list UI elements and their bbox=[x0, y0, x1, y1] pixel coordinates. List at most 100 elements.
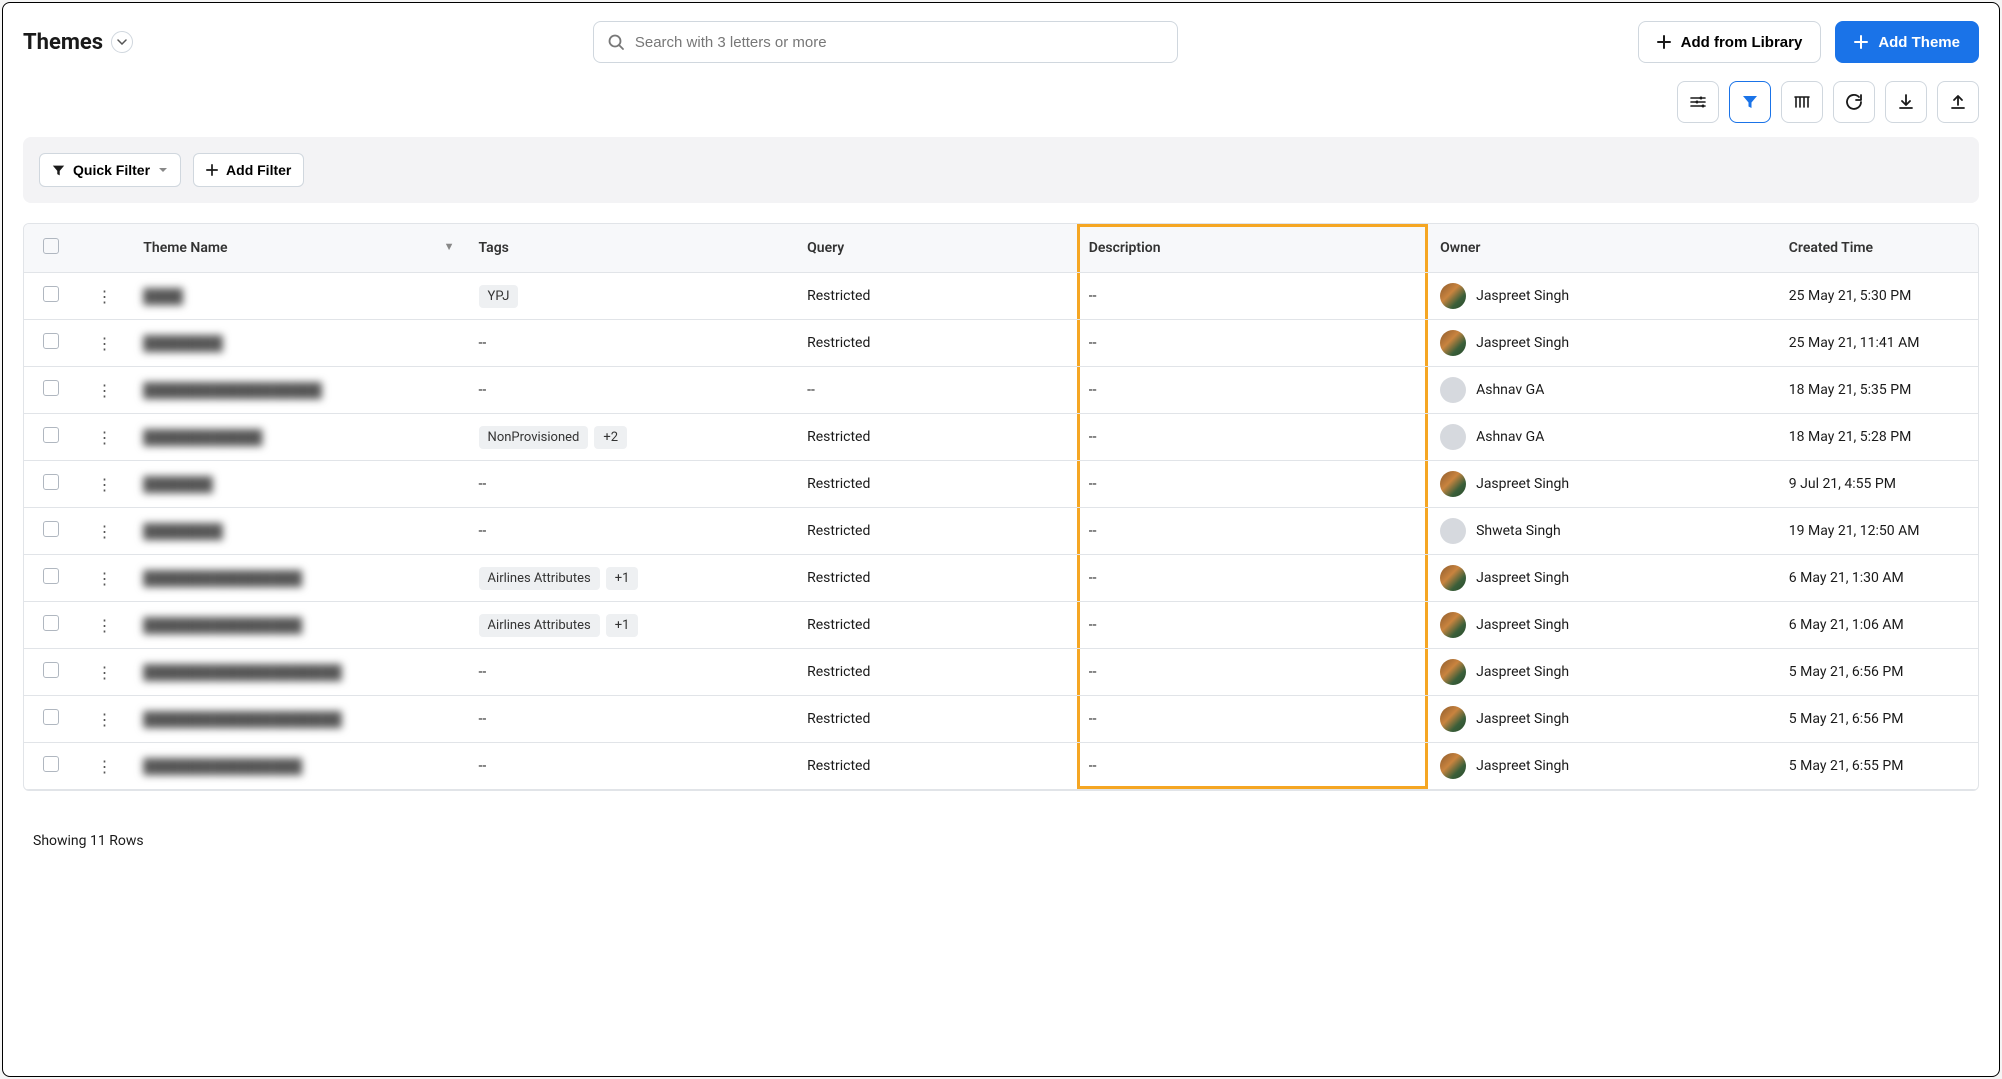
row-checkbox[interactable] bbox=[43, 474, 59, 490]
tag-chip[interactable]: +1 bbox=[606, 614, 639, 637]
description-value: -- bbox=[1089, 617, 1097, 633]
table-row: ⋮ ████████████████████ -- Restricted -- … bbox=[24, 649, 1978, 696]
row-more-icon[interactable]: ⋮ bbox=[96, 757, 112, 776]
table-row: ⋮ ████ YPJ Restricted -- Jaspreet Singh … bbox=[24, 273, 1978, 320]
button-label: Quick Filter bbox=[73, 162, 150, 178]
search-input[interactable] bbox=[635, 34, 1163, 51]
upload-button[interactable] bbox=[1937, 81, 1979, 123]
toolbar-row bbox=[3, 81, 1999, 137]
caret-down-icon bbox=[158, 167, 168, 173]
download-button[interactable] bbox=[1885, 81, 1927, 123]
header-created[interactable]: Created Time bbox=[1777, 224, 1978, 273]
table-header-row: Theme Name▼ Tags Query Description Owner… bbox=[24, 224, 1978, 273]
description-value: -- bbox=[1089, 664, 1097, 680]
theme-name[interactable]: ████████ bbox=[143, 524, 222, 540]
page-title: Themes bbox=[23, 30, 103, 55]
themes-table: Theme Name▼ Tags Query Description Owner… bbox=[24, 224, 1978, 790]
header-name[interactable]: Theme Name▼ bbox=[131, 224, 466, 273]
tag-chip[interactable]: +1 bbox=[606, 567, 639, 590]
table-row: ⋮ ███████ -- Restricted -- Jaspreet Sing… bbox=[24, 461, 1978, 508]
theme-name[interactable]: ████████████████████ bbox=[143, 665, 341, 681]
tags-empty: -- bbox=[479, 476, 487, 492]
query-value: -- bbox=[807, 382, 815, 398]
row-checkbox[interactable] bbox=[43, 427, 59, 443]
tag-chip[interactable]: YPJ bbox=[479, 285, 519, 308]
add-from-library-button[interactable]: Add from Library bbox=[1638, 21, 1822, 63]
theme-name[interactable]: ████████████████ bbox=[143, 759, 302, 775]
tags-empty: -- bbox=[479, 382, 487, 398]
description-value: -- bbox=[1089, 476, 1097, 492]
table-row: ⋮ ████████████ NonProvisioned+2 Restrict… bbox=[24, 414, 1978, 461]
header-check bbox=[24, 224, 78, 273]
row-checkbox[interactable] bbox=[43, 380, 59, 396]
row-more-icon[interactable]: ⋮ bbox=[96, 428, 112, 447]
row-more-icon[interactable]: ⋮ bbox=[96, 381, 112, 400]
row-checkbox[interactable] bbox=[43, 333, 59, 349]
theme-name[interactable]: ████████████ bbox=[143, 430, 262, 446]
plus-icon bbox=[1854, 35, 1868, 49]
plus-icon bbox=[1657, 35, 1671, 49]
theme-name[interactable]: ████ bbox=[143, 289, 183, 305]
row-checkbox[interactable] bbox=[43, 756, 59, 772]
theme-name[interactable]: ████████ bbox=[143, 336, 222, 352]
created-time: 18 May 21, 5:28 PM bbox=[1789, 429, 1912, 445]
search-box[interactable] bbox=[593, 21, 1178, 63]
table-row: ⋮ ████████ -- Restricted -- Shweta Singh… bbox=[24, 508, 1978, 555]
row-checkbox[interactable] bbox=[43, 662, 59, 678]
row-more-icon[interactable]: ⋮ bbox=[96, 287, 112, 306]
row-more-icon[interactable]: ⋮ bbox=[96, 522, 112, 541]
columns-button[interactable] bbox=[1781, 81, 1823, 123]
theme-name[interactable]: ███████ bbox=[143, 477, 212, 493]
theme-name[interactable]: ██████████████████ bbox=[143, 383, 322, 399]
table-row: ⋮ ████████ -- Restricted -- Jaspreet Sin… bbox=[24, 320, 1978, 367]
theme-name[interactable]: ████████████████ bbox=[143, 571, 302, 587]
row-more-icon[interactable]: ⋮ bbox=[96, 569, 112, 588]
created-time: 25 May 21, 11:41 AM bbox=[1789, 335, 1920, 351]
theme-name[interactable]: ████████████████████ bbox=[143, 712, 341, 728]
created-time: 6 May 21, 1:06 AM bbox=[1789, 617, 1904, 633]
header-tags[interactable]: Tags bbox=[467, 224, 796, 273]
tags-empty: -- bbox=[479, 523, 487, 539]
funnel-icon bbox=[1742, 94, 1758, 110]
tags-empty: -- bbox=[479, 758, 487, 774]
theme-name[interactable]: ████████████████ bbox=[143, 618, 302, 634]
description-value: -- bbox=[1089, 758, 1097, 774]
description-value: -- bbox=[1089, 288, 1097, 304]
row-more-icon[interactable]: ⋮ bbox=[96, 334, 112, 353]
settings-sliders-button[interactable] bbox=[1677, 81, 1719, 123]
download-icon bbox=[1897, 93, 1915, 111]
avatar bbox=[1440, 377, 1466, 403]
add-theme-button[interactable]: Add Theme bbox=[1835, 21, 1979, 63]
row-checkbox[interactable] bbox=[43, 568, 59, 584]
row-checkbox[interactable] bbox=[43, 615, 59, 631]
row-more-icon[interactable]: ⋮ bbox=[96, 663, 112, 682]
row-more-icon[interactable]: ⋮ bbox=[96, 475, 112, 494]
header-owner[interactable]: Owner bbox=[1428, 224, 1777, 273]
row-more-icon[interactable]: ⋮ bbox=[96, 710, 112, 729]
avatar bbox=[1440, 424, 1466, 450]
tag-chip[interactable]: Airlines Attributes bbox=[479, 567, 600, 590]
add-filter-button[interactable]: Add Filter bbox=[193, 153, 304, 187]
query-value: Restricted bbox=[807, 711, 870, 727]
refresh-icon bbox=[1845, 93, 1863, 111]
tag-chip[interactable]: Airlines Attributes bbox=[479, 614, 600, 637]
avatar bbox=[1440, 330, 1466, 356]
upload-icon bbox=[1949, 93, 1967, 111]
row-checkbox[interactable] bbox=[43, 286, 59, 302]
query-value: Restricted bbox=[807, 617, 870, 633]
select-all-checkbox[interactable] bbox=[43, 238, 59, 254]
query-value: Restricted bbox=[807, 429, 870, 445]
header-actions: Add from Library Add Theme bbox=[1638, 21, 1979, 63]
title-dropdown[interactable] bbox=[111, 31, 133, 53]
row-more-icon[interactable]: ⋮ bbox=[96, 616, 112, 635]
quick-filter-button[interactable]: Quick Filter bbox=[39, 153, 181, 187]
row-checkbox[interactable] bbox=[43, 521, 59, 537]
avatar bbox=[1440, 753, 1466, 779]
header-query[interactable]: Query bbox=[795, 224, 1077, 273]
tag-chip[interactable]: NonProvisioned bbox=[479, 426, 589, 449]
filter-button[interactable] bbox=[1729, 81, 1771, 123]
tag-chip[interactable]: +2 bbox=[594, 426, 627, 449]
row-checkbox[interactable] bbox=[43, 709, 59, 725]
header-description[interactable]: Description bbox=[1077, 224, 1428, 273]
refresh-button[interactable] bbox=[1833, 81, 1875, 123]
